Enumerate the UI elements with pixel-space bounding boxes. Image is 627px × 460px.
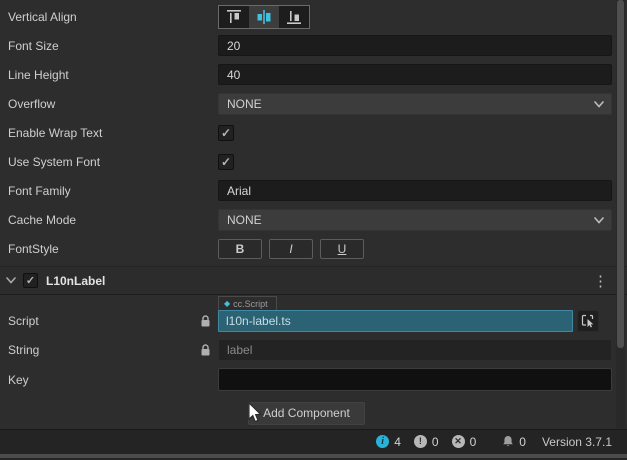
row-vertical-align: Vertical Align [0,2,627,31]
script-type-tag-label: cc.Script [233,299,268,309]
row-font-family: Font Family [0,176,627,205]
align-bottom-icon [284,7,304,27]
underline-button[interactable]: U [320,239,364,259]
key-value-input[interactable] [218,368,612,391]
key-label: Key [8,373,200,387]
info-status[interactable]: i 4 [376,435,401,449]
window-bottom-edge [0,453,627,460]
row-script: Script ◆ cc.Script [0,310,627,332]
row-cache-mode: Cache Mode NONE [0,205,627,234]
version-label: Version 3.7.1 [542,435,612,449]
align-middle-button[interactable] [249,6,279,28]
row-key: Key [0,368,627,391]
info-icon: i [376,435,389,448]
script-type-tag: ◆ cc.Script [218,296,277,310]
l10nlabel-component-header[interactable]: ✓ L10nLabel ⋮ [0,266,627,295]
scrollbar-track[interactable] [616,0,625,428]
label-component-properties: Vertical Align [0,2,627,263]
notification-status[interactable]: 0 [502,435,526,449]
lock-icon [200,315,211,328]
line-height-input[interactable] [218,64,612,85]
error-icon: ✕ [452,435,465,448]
l10nlabel-enabled-checkbox[interactable]: ✓ [23,273,38,288]
warning-count: 0 [432,435,439,449]
checkmark-icon: ✓ [221,155,231,169]
l10nlabel-component-title: L10nLabel [46,274,593,288]
add-component-row: Add Component [0,399,613,428]
scrollbar-thumb[interactable] [617,0,624,348]
row-overflow: Overflow NONE [0,89,627,118]
font-size-label: Font Size [8,39,200,53]
cache-mode-label: Cache Mode [8,213,200,227]
status-bar: i 4 ! 0 ✕ 0 0 Version 3.7.1 [0,429,627,453]
component-menu-icon[interactable]: ⋮ [593,272,608,290]
checkmark-icon: ✓ [26,274,35,288]
line-height-label: Line Height [8,68,200,82]
row-line-height: Line Height [0,60,627,89]
asset-picker-button[interactable] [577,310,599,332]
bell-icon [502,435,514,448]
warning-icon: ! [414,435,427,448]
chevron-down-icon[interactable] [6,277,16,284]
vertical-align-label: Vertical Align [8,10,200,24]
overflow-label: Overflow [8,97,200,111]
font-family-input[interactable] [218,180,612,201]
use-system-font-label: Use System Font [8,155,200,169]
script-asset-icon: ◆ [224,300,230,308]
row-font-style: FontStyle B I U [0,234,627,263]
script-asset-input[interactable] [218,310,573,332]
warning-status[interactable]: ! 0 [414,435,439,449]
row-font-size: Font Size [0,31,627,60]
align-middle-icon [254,7,274,27]
use-system-font-checkbox[interactable]: ✓ [218,154,234,170]
enable-wrap-text-label: Enable Wrap Text [8,126,200,140]
enable-wrap-text-checkbox[interactable]: ✓ [218,125,234,141]
font-style-label: FontStyle [8,242,200,256]
overflow-select[interactable]: NONE [218,93,612,115]
row-enable-wrap-text: Enable Wrap Text ✓ [0,118,627,147]
row-string: String [0,339,627,361]
add-component-button[interactable]: Add Component [248,402,365,425]
cache-mode-selected-value: NONE [227,213,262,227]
lock-icon [200,344,211,357]
chevron-down-icon [594,217,604,224]
italic-button[interactable]: I [269,239,313,259]
row-use-system-font: Use System Font ✓ [0,147,627,176]
notification-count: 0 [519,435,526,449]
font-size-input[interactable] [218,35,612,56]
chevron-down-icon [594,101,604,108]
overflow-selected-value: NONE [227,97,262,111]
font-family-label: Font Family [8,184,200,198]
vertical-align-button-group [218,5,310,29]
l10nlabel-component-body: Script ◆ cc.Script [0,296,627,398]
align-bottom-button[interactable] [279,6,309,28]
inspector-panel: Vertical Align [0,0,627,460]
error-status[interactable]: ✕ 0 [452,435,477,449]
string-label: String [8,343,200,357]
asset-picker-icon [581,314,595,328]
bold-button[interactable]: B [218,239,262,259]
checkmark-icon: ✓ [221,126,231,140]
cache-mode-select[interactable]: NONE [218,209,612,231]
align-top-button[interactable] [219,6,249,28]
error-count: 0 [470,435,477,449]
info-count: 4 [394,435,401,449]
script-label: Script [8,314,200,328]
string-value-input[interactable] [218,339,612,361]
align-top-icon [224,7,244,27]
